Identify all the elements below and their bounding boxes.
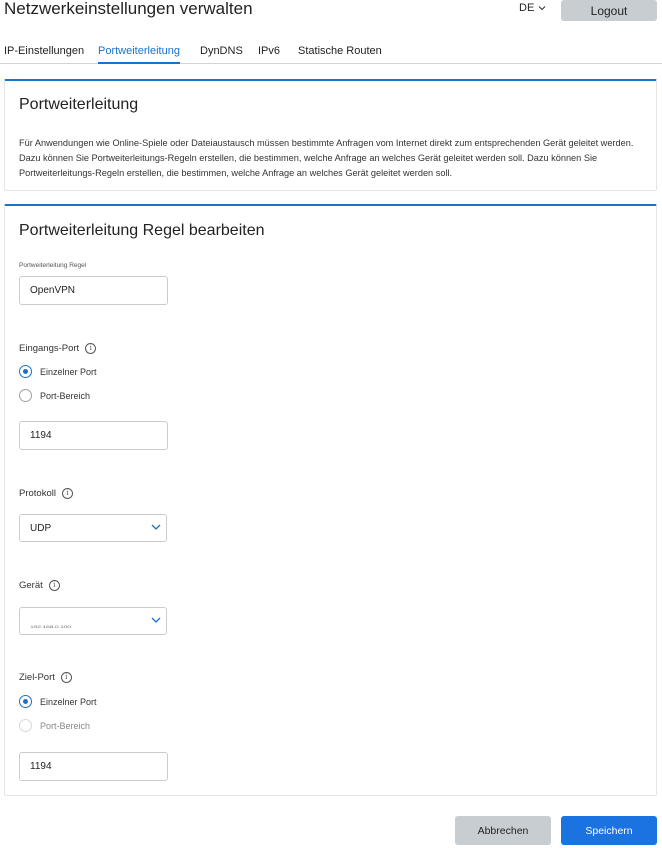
- page-title: Netzwerkeinstellungen verwalten: [4, 0, 253, 18]
- target-port-single-option[interactable]: Einzelner Port: [19, 695, 97, 708]
- radio-unchecked-icon[interactable]: [19, 389, 32, 402]
- info-icon[interactable]: i: [48, 580, 60, 591]
- input-port-single-label: Einzelner Port: [40, 366, 97, 377]
- language-label: DE: [519, 2, 535, 14]
- device-select[interactable]: 192.168.0.100: [19, 607, 167, 635]
- chevron-down-icon: [151, 524, 161, 530]
- target-port-label-text: Ziel-Port: [19, 672, 55, 683]
- info-card: Portweiterleitung Für Anwendungen wie On…: [4, 79, 657, 191]
- tab-statische-routen[interactable]: Statische Routen: [298, 45, 382, 57]
- cancel-button[interactable]: Abbrechen: [455, 816, 551, 845]
- radio-checked-icon[interactable]: [19, 695, 32, 708]
- rule-name-label: Portweiterleitung Regel: [19, 262, 87, 269]
- target-port-field[interactable]: 1194: [19, 752, 168, 781]
- protocol-label-text: Protokoll: [19, 488, 56, 499]
- info-card-title: Portweiterleitung: [19, 96, 139, 113]
- target-port-single-label: Einzelner Port: [40, 696, 97, 707]
- protocol-label: Protokoll i: [19, 488, 73, 499]
- tab-bar: IP-Einstellungen Portweiterleitung DynDN…: [0, 40, 662, 64]
- info-card-description: Für Anwendungen wie Online-Spiele oder D…: [19, 138, 634, 178]
- info-icon[interactable]: i: [85, 343, 97, 354]
- device-label-text: Gerät: [19, 580, 43, 591]
- input-port-label-text: Eingangs-Port: [19, 343, 80, 354]
- tab-dyndns[interactable]: DynDNS: [200, 45, 243, 57]
- input-port-range-option[interactable]: Port-Bereich: [19, 389, 90, 402]
- edit-rule-card: Portweiterleitung Regel bearbeiten Portw…: [4, 204, 657, 796]
- chevron-down-icon: [151, 617, 161, 623]
- input-port-single-option[interactable]: Einzelner Port: [19, 365, 97, 378]
- target-port-range-option[interactable]: Port-Bereich: [19, 719, 90, 732]
- active-tab-indicator: [98, 62, 180, 64]
- radio-checked-icon[interactable]: [19, 365, 32, 378]
- save-button[interactable]: Speichern: [561, 816, 657, 845]
- info-icon[interactable]: i: [61, 488, 73, 499]
- protocol-select[interactable]: UDP: [19, 514, 167, 542]
- tab-ipv6[interactable]: IPv6: [258, 45, 280, 57]
- input-port-label: Eingangs-Port i: [19, 343, 97, 354]
- logout-button[interactable]: Logout: [561, 0, 657, 21]
- tab-portweiterleitung[interactable]: Portweiterleitung: [98, 45, 180, 57]
- target-port-range-label: Port-Bereich: [40, 720, 91, 731]
- info-icon[interactable]: i: [60, 672, 72, 683]
- input-port-field[interactable]: 1194: [19, 421, 168, 450]
- target-port-label: Ziel-Port i: [19, 672, 72, 683]
- language-selector[interactable]: DE: [519, 2, 546, 14]
- device-label: Gerät i: [19, 580, 60, 591]
- protocol-select-value: UDP: [30, 523, 52, 534]
- rule-name-input[interactable]: OpenVPN: [19, 276, 168, 305]
- radio-unchecked-icon[interactable]: [19, 719, 32, 732]
- input-port-range-label: Port-Bereich: [40, 390, 91, 401]
- edit-card-title: Portweiterleitung Regel bearbeiten: [19, 222, 265, 239]
- tab-ip-einstellungen[interactable]: IP-Einstellungen: [4, 45, 84, 57]
- device-select-value: 192.168.0.100: [30, 625, 71, 629]
- chevron-down-icon: [538, 6, 546, 11]
